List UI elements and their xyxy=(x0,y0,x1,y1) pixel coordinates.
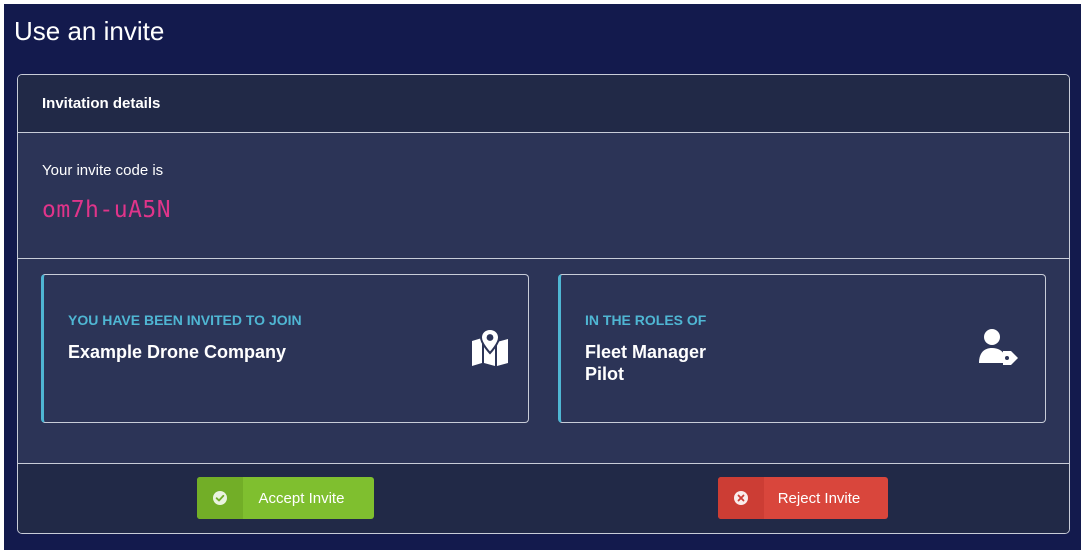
invite-code-value: om7h-uA5N xyxy=(42,197,172,223)
invite-page: Use an invite Invitation details Your in… xyxy=(4,4,1081,550)
times-circle-icon xyxy=(718,477,764,519)
role-item: Fleet Manager xyxy=(585,342,707,362)
card-header-title: Invitation details xyxy=(42,95,161,112)
check-circle-icon xyxy=(197,477,243,519)
organization-name: Example Drone Company xyxy=(68,341,286,363)
reject-invite-label: Reject Invite xyxy=(777,489,861,507)
roles-heading: IN THE ROLES OF xyxy=(585,312,707,328)
card-footer: Accept Invite Reject Invite xyxy=(18,463,1069,533)
role-item: Pilot xyxy=(585,364,624,384)
invite-code-section: Your invite code is om7h-uA5N xyxy=(18,133,1069,259)
organization-heading: YOU HAVE BEEN INVITED TO JOIN xyxy=(68,312,302,328)
card-header: Invitation details xyxy=(18,75,1069,133)
page-title: Use an invite xyxy=(14,16,165,46)
invite-code-label: Your invite code is xyxy=(42,162,164,179)
reject-invite-button[interactable]: Reject Invite xyxy=(718,477,888,519)
user-tag-icon xyxy=(977,327,1021,367)
invitation-card: Invitation details Your invite code is o… xyxy=(17,74,1070,534)
organization-box: YOU HAVE BEEN INVITED TO JOIN Example Dr… xyxy=(41,274,529,423)
accept-invite-button[interactable]: Accept Invite xyxy=(197,477,374,519)
roles-box: IN THE ROLES OF Fleet Manager Pilot xyxy=(558,274,1046,423)
map-marker-icon xyxy=(468,327,512,367)
roles-list: Fleet Manager Pilot xyxy=(585,341,706,385)
organization-name-text: Example Drone Company xyxy=(68,342,287,362)
accept-invite-label: Accept Invite xyxy=(258,489,345,507)
